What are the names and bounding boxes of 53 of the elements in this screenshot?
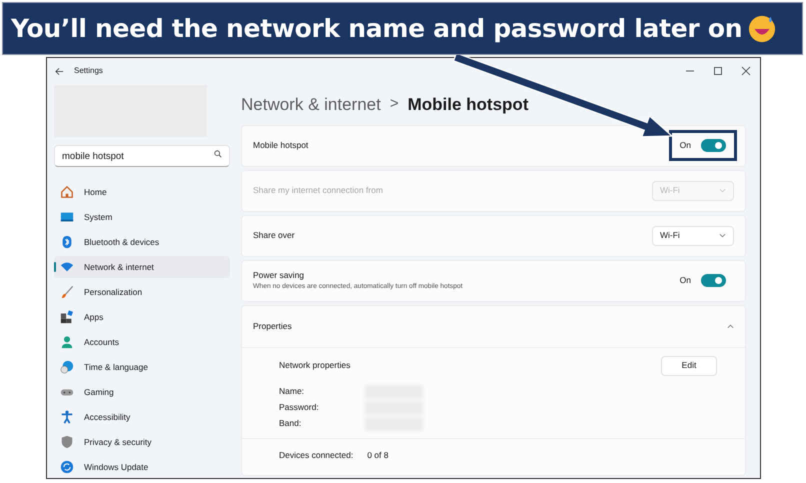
search-field[interactable]: mobile hotspot xyxy=(54,145,230,167)
toggle-switch[interactable] xyxy=(701,139,726,152)
sidebar-item[interactable]: Time & language xyxy=(54,356,230,378)
bluetooth-icon xyxy=(60,235,74,249)
toggle-state-label: On xyxy=(680,139,691,152)
sidebar-item[interactable]: Windows Update xyxy=(54,456,230,478)
window-title: Settings xyxy=(74,65,103,78)
field-label: Devices connected: xyxy=(279,448,354,462)
sidebar-item[interactable]: Privacy & security xyxy=(54,431,230,453)
brush-icon xyxy=(60,285,74,299)
home-icon xyxy=(60,185,74,199)
page-title: Mobile hotspot xyxy=(408,94,528,116)
sidebar-item[interactable]: System xyxy=(54,206,230,228)
toggle-switch[interactable] xyxy=(701,274,726,287)
monitor-icon xyxy=(60,210,74,224)
back-arrow-icon[interactable] xyxy=(55,66,64,76)
sidebar-item[interactable]: Accessibility xyxy=(54,406,230,428)
edit-button[interactable]: Edit xyxy=(661,356,717,376)
chevron-down-icon xyxy=(719,188,726,193)
setting-label: Share my internet connection from xyxy=(253,184,383,197)
toggle-state-label: On xyxy=(680,274,691,287)
section-title: Properties xyxy=(253,320,292,332)
field-value: 0 of 8 xyxy=(367,448,388,462)
shield-icon xyxy=(60,435,74,449)
field-label: Band: xyxy=(279,417,302,430)
grinning-emoji-icon xyxy=(748,14,776,42)
sidebar-item[interactable]: Accounts xyxy=(54,331,230,353)
dropdown: Wi-Fi xyxy=(652,180,734,200)
chevron-down-icon xyxy=(719,233,726,238)
setting-label: Share over xyxy=(253,229,295,242)
sidebar-item[interactable]: Personalization xyxy=(54,281,230,303)
subsection-title: Network properties xyxy=(279,359,350,372)
apps-icon xyxy=(60,310,74,324)
sidebar-item[interactable]: Home xyxy=(54,181,230,203)
field-label: Password: xyxy=(279,401,320,414)
setting-label: Power saving xyxy=(253,269,306,282)
sidebar-item[interactable]: Bluetooth & devices xyxy=(54,231,230,253)
breadcrumb-link[interactable]: Network & internet xyxy=(241,92,381,118)
sync-icon xyxy=(60,460,74,474)
dropdown[interactable]: Wi-Fi xyxy=(652,226,734,246)
accessibility-icon xyxy=(60,410,74,424)
setting-label: Mobile hotspot xyxy=(253,139,308,152)
sidebar-item[interactable]: Network & internet xyxy=(54,256,230,278)
field-label: Name: xyxy=(279,385,306,398)
breadcrumb-separator: > xyxy=(390,94,399,114)
wifi-icon xyxy=(60,260,74,274)
globe-clock-icon xyxy=(60,360,74,374)
caption-text: You’ll need the network name and password later on xyxy=(11,12,742,45)
sidebar-item[interactable]: Gaming xyxy=(54,381,230,403)
search-icon xyxy=(214,150,222,158)
chevron-up-icon[interactable] xyxy=(727,324,734,328)
person-icon xyxy=(60,335,74,349)
sidebar-item[interactable]: Apps xyxy=(54,306,230,328)
